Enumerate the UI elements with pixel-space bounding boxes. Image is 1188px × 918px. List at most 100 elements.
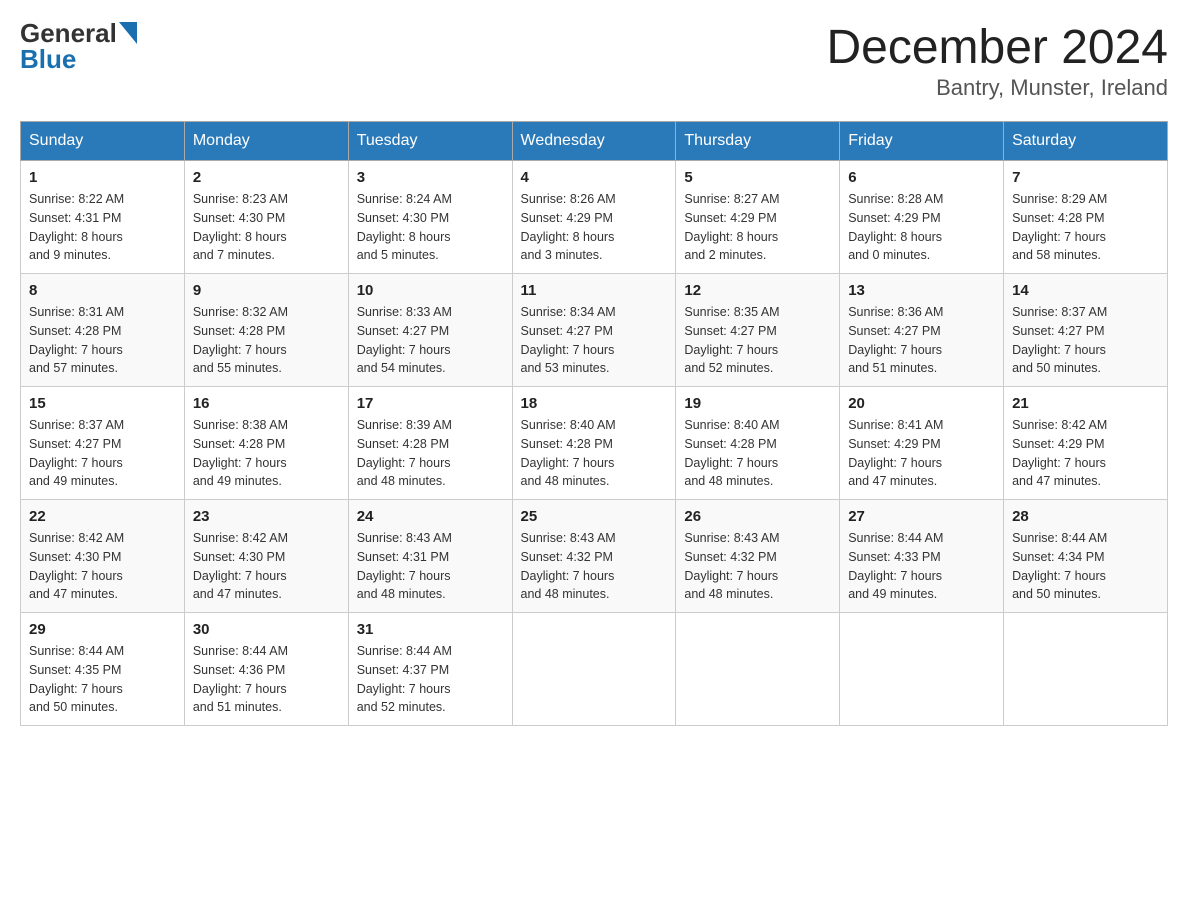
day-number: 30	[193, 621, 340, 638]
day-number: 25	[521, 508, 668, 525]
day-info: Sunrise: 8:44 AM Sunset: 4:37 PM Dayligh…	[357, 642, 504, 717]
calendar-cell: 18 Sunrise: 8:40 AM Sunset: 4:28 PM Dayl…	[512, 387, 676, 500]
day-info: Sunrise: 8:36 AM Sunset: 4:27 PM Dayligh…	[848, 303, 995, 378]
day-info: Sunrise: 8:24 AM Sunset: 4:30 PM Dayligh…	[357, 190, 504, 265]
day-info: Sunrise: 8:44 AM Sunset: 4:36 PM Dayligh…	[193, 642, 340, 717]
day-number: 7	[1012, 169, 1159, 186]
day-info: Sunrise: 8:38 AM Sunset: 4:28 PM Dayligh…	[193, 416, 340, 491]
calendar-cell: 25 Sunrise: 8:43 AM Sunset: 4:32 PM Dayl…	[512, 500, 676, 613]
calendar-cell: 11 Sunrise: 8:34 AM Sunset: 4:27 PM Dayl…	[512, 274, 676, 387]
col-sunday: Sunday	[21, 122, 185, 161]
day-number: 26	[684, 508, 831, 525]
calendar-cell: 26 Sunrise: 8:43 AM Sunset: 4:32 PM Dayl…	[676, 500, 840, 613]
day-number: 21	[1012, 395, 1159, 412]
calendar-cell: 2 Sunrise: 8:23 AM Sunset: 4:30 PM Dayli…	[184, 161, 348, 274]
calendar-cell: 30 Sunrise: 8:44 AM Sunset: 4:36 PM Dayl…	[184, 613, 348, 726]
day-info: Sunrise: 8:29 AM Sunset: 4:28 PM Dayligh…	[1012, 190, 1159, 265]
calendar-cell: 31 Sunrise: 8:44 AM Sunset: 4:37 PM Dayl…	[348, 613, 512, 726]
col-tuesday: Tuesday	[348, 122, 512, 161]
day-number: 22	[29, 508, 176, 525]
day-number: 29	[29, 621, 176, 638]
week-row-2: 8 Sunrise: 8:31 AM Sunset: 4:28 PM Dayli…	[21, 274, 1168, 387]
calendar-cell: 19 Sunrise: 8:40 AM Sunset: 4:28 PM Dayl…	[676, 387, 840, 500]
day-number: 23	[193, 508, 340, 525]
day-info: Sunrise: 8:33 AM Sunset: 4:27 PM Dayligh…	[357, 303, 504, 378]
calendar-cell: 21 Sunrise: 8:42 AM Sunset: 4:29 PM Dayl…	[1004, 387, 1168, 500]
calendar-table: Sunday Monday Tuesday Wednesday Thursday…	[20, 121, 1168, 726]
calendar-cell: 4 Sunrise: 8:26 AM Sunset: 4:29 PM Dayli…	[512, 161, 676, 274]
day-info: Sunrise: 8:43 AM Sunset: 4:32 PM Dayligh…	[684, 529, 831, 604]
day-number: 16	[193, 395, 340, 412]
day-number: 5	[684, 169, 831, 186]
calendar-cell: 27 Sunrise: 8:44 AM Sunset: 4:33 PM Dayl…	[840, 500, 1004, 613]
calendar-cell	[840, 613, 1004, 726]
day-number: 9	[193, 282, 340, 299]
day-number: 11	[521, 282, 668, 299]
day-info: Sunrise: 8:44 AM Sunset: 4:34 PM Dayligh…	[1012, 529, 1159, 604]
day-info: Sunrise: 8:23 AM Sunset: 4:30 PM Dayligh…	[193, 190, 340, 265]
calendar-cell: 28 Sunrise: 8:44 AM Sunset: 4:34 PM Dayl…	[1004, 500, 1168, 613]
calendar-cell	[512, 613, 676, 726]
logo-blue-text: Blue	[20, 44, 137, 75]
day-info: Sunrise: 8:31 AM Sunset: 4:28 PM Dayligh…	[29, 303, 176, 378]
day-info: Sunrise: 8:26 AM Sunset: 4:29 PM Dayligh…	[521, 190, 668, 265]
day-number: 1	[29, 169, 176, 186]
day-number: 13	[848, 282, 995, 299]
day-number: 18	[521, 395, 668, 412]
day-info: Sunrise: 8:32 AM Sunset: 4:28 PM Dayligh…	[193, 303, 340, 378]
calendar-cell: 15 Sunrise: 8:37 AM Sunset: 4:27 PM Dayl…	[21, 387, 185, 500]
day-number: 4	[521, 169, 668, 186]
calendar-cell	[1004, 613, 1168, 726]
calendar-cell: 22 Sunrise: 8:42 AM Sunset: 4:30 PM Dayl…	[21, 500, 185, 613]
day-info: Sunrise: 8:43 AM Sunset: 4:31 PM Dayligh…	[357, 529, 504, 604]
calendar-cell: 17 Sunrise: 8:39 AM Sunset: 4:28 PM Dayl…	[348, 387, 512, 500]
day-number: 27	[848, 508, 995, 525]
day-info: Sunrise: 8:40 AM Sunset: 4:28 PM Dayligh…	[684, 416, 831, 491]
day-number: 3	[357, 169, 504, 186]
calendar-cell: 3 Sunrise: 8:24 AM Sunset: 4:30 PM Dayli…	[348, 161, 512, 274]
day-info: Sunrise: 8:41 AM Sunset: 4:29 PM Dayligh…	[848, 416, 995, 491]
logo: General Blue	[20, 20, 137, 75]
calendar-cell: 24 Sunrise: 8:43 AM Sunset: 4:31 PM Dayl…	[348, 500, 512, 613]
col-thursday: Thursday	[676, 122, 840, 161]
day-number: 15	[29, 395, 176, 412]
day-number: 8	[29, 282, 176, 299]
logo-general-text: General	[20, 20, 117, 46]
month-title: December 2024	[826, 20, 1168, 75]
day-info: Sunrise: 8:44 AM Sunset: 4:33 PM Dayligh…	[848, 529, 995, 604]
week-row-1: 1 Sunrise: 8:22 AM Sunset: 4:31 PM Dayli…	[21, 161, 1168, 274]
day-number: 6	[848, 169, 995, 186]
calendar-cell: 10 Sunrise: 8:33 AM Sunset: 4:27 PM Dayl…	[348, 274, 512, 387]
day-info: Sunrise: 8:22 AM Sunset: 4:31 PM Dayligh…	[29, 190, 176, 265]
calendar-cell	[676, 613, 840, 726]
day-info: Sunrise: 8:37 AM Sunset: 4:27 PM Dayligh…	[1012, 303, 1159, 378]
calendar-cell: 6 Sunrise: 8:28 AM Sunset: 4:29 PM Dayli…	[840, 161, 1004, 274]
logo-arrow-icon	[119, 22, 137, 44]
calendar-cell: 14 Sunrise: 8:37 AM Sunset: 4:27 PM Dayl…	[1004, 274, 1168, 387]
week-row-3: 15 Sunrise: 8:37 AM Sunset: 4:27 PM Dayl…	[21, 387, 1168, 500]
day-info: Sunrise: 8:42 AM Sunset: 4:30 PM Dayligh…	[29, 529, 176, 604]
calendar-cell: 8 Sunrise: 8:31 AM Sunset: 4:28 PM Dayli…	[21, 274, 185, 387]
day-info: Sunrise: 8:42 AM Sunset: 4:30 PM Dayligh…	[193, 529, 340, 604]
calendar-cell: 12 Sunrise: 8:35 AM Sunset: 4:27 PM Dayl…	[676, 274, 840, 387]
page-header: General Blue December 2024 Bantry, Munst…	[20, 20, 1168, 101]
day-number: 20	[848, 395, 995, 412]
calendar-cell: 9 Sunrise: 8:32 AM Sunset: 4:28 PM Dayli…	[184, 274, 348, 387]
week-row-4: 22 Sunrise: 8:42 AM Sunset: 4:30 PM Dayl…	[21, 500, 1168, 613]
calendar-header-row: Sunday Monday Tuesday Wednesday Thursday…	[21, 122, 1168, 161]
col-monday: Monday	[184, 122, 348, 161]
day-number: 12	[684, 282, 831, 299]
day-info: Sunrise: 8:42 AM Sunset: 4:29 PM Dayligh…	[1012, 416, 1159, 491]
day-number: 24	[357, 508, 504, 525]
location-text: Bantry, Munster, Ireland	[826, 75, 1168, 101]
calendar-cell: 16 Sunrise: 8:38 AM Sunset: 4:28 PM Dayl…	[184, 387, 348, 500]
calendar-cell: 1 Sunrise: 8:22 AM Sunset: 4:31 PM Dayli…	[21, 161, 185, 274]
day-number: 17	[357, 395, 504, 412]
calendar-cell: 23 Sunrise: 8:42 AM Sunset: 4:30 PM Dayl…	[184, 500, 348, 613]
title-section: December 2024 Bantry, Munster, Ireland	[826, 20, 1168, 101]
day-number: 31	[357, 621, 504, 638]
day-number: 28	[1012, 508, 1159, 525]
calendar-cell: 7 Sunrise: 8:29 AM Sunset: 4:28 PM Dayli…	[1004, 161, 1168, 274]
day-info: Sunrise: 8:43 AM Sunset: 4:32 PM Dayligh…	[521, 529, 668, 604]
day-number: 19	[684, 395, 831, 412]
